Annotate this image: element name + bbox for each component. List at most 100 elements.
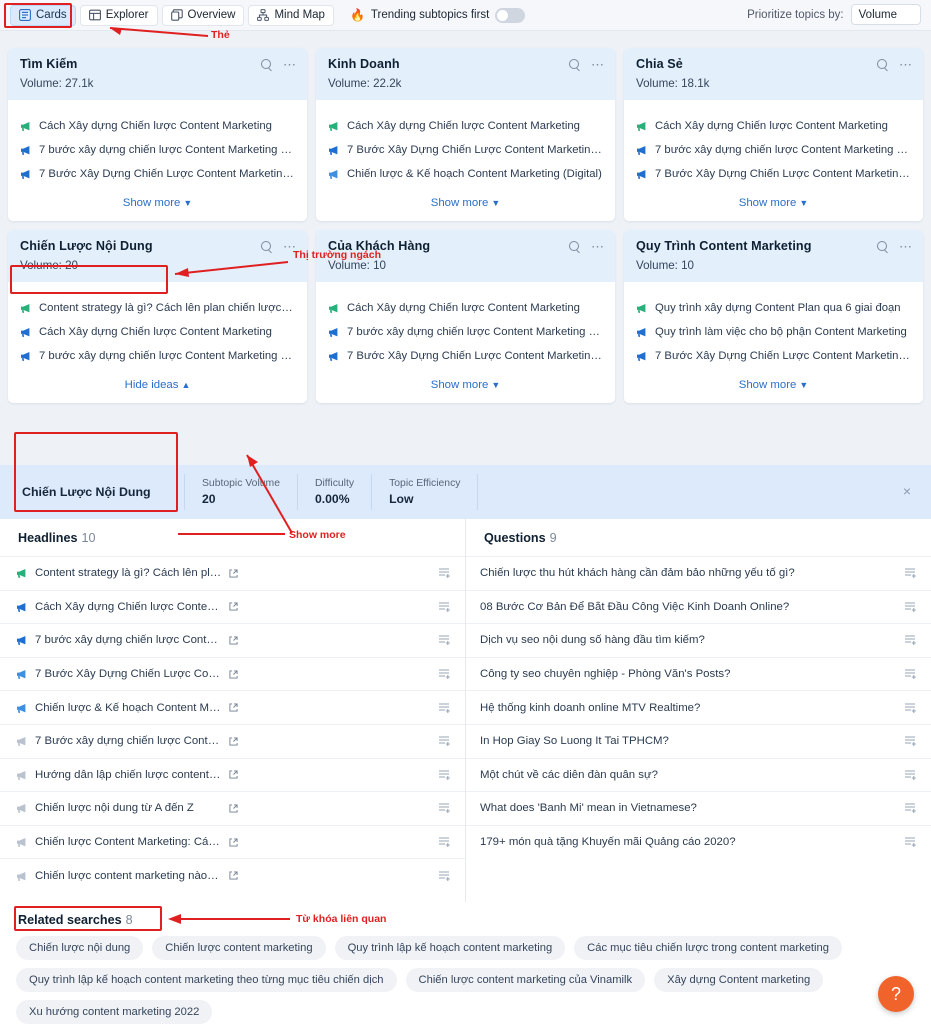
search-icon[interactable] bbox=[877, 59, 888, 70]
card-toggle-ideas-button[interactable]: Show more ▼ bbox=[624, 187, 923, 221]
external-link-icon[interactable] bbox=[228, 837, 238, 847]
add-to-list-icon[interactable] bbox=[904, 769, 917, 781]
add-to-list-icon[interactable] bbox=[904, 836, 917, 848]
card-idea-row[interactable]: 7 Bước Xây Dựng Chiến Lược Content Marke… bbox=[328, 144, 603, 157]
related-search-chip[interactable]: Chiến lược content marketing của Vinamil… bbox=[405, 968, 646, 992]
headline-row[interactable]: Cách Xây dựng Chiến lược Content Marketi… bbox=[0, 589, 465, 624]
tab-cards[interactable]: Cards bbox=[10, 4, 76, 26]
topic-card[interactable]: Chia Sẻ Volume: 18.1k ⋯ Cách Xây dựng Chiến… bbox=[624, 48, 923, 221]
headline-row[interactable]: Chiến lược content marketing nào phù hợp… bbox=[0, 858, 465, 892]
question-row[interactable]: 08 Bước Cơ Bản Để Bắt Đầu Công Việc Kinh… bbox=[466, 589, 931, 624]
add-to-list-icon[interactable] bbox=[904, 567, 917, 579]
question-row[interactable]: Dịch vụ seo nội dung số hàng đầu tìm kiế… bbox=[466, 623, 931, 657]
card-toggle-ideas-button[interactable]: Hide ideas ▲ bbox=[8, 369, 307, 403]
more-options-icon[interactable]: ⋯ bbox=[899, 58, 913, 71]
topic-card[interactable]: Của Khách Hàng Volume: 10 ⋯ Cách Xây dựng C… bbox=[316, 230, 615, 403]
topic-card[interactable]: Kinh Doanh Volume: 22.2k ⋯ Cách Xây dựng Ch… bbox=[316, 48, 615, 221]
related-search-chip[interactable]: Xây dựng Content marketing bbox=[654, 968, 824, 992]
headline-row[interactable]: 7 Bước xây dựng chiến lược Content Marke… bbox=[0, 723, 465, 758]
tab-overview[interactable]: Overview bbox=[161, 4, 245, 26]
add-to-list-icon[interactable] bbox=[438, 769, 451, 781]
add-to-list-icon[interactable] bbox=[438, 802, 451, 814]
card-idea-row[interactable]: Quy trình làm việc cho bộ phận Content M… bbox=[636, 326, 911, 339]
card-toggle-ideas-button[interactable]: Show more ▼ bbox=[316, 369, 615, 403]
headline-row[interactable]: Content strategy là gì? Cách lên plan ch… bbox=[0, 556, 465, 590]
help-button[interactable]: ? bbox=[878, 976, 914, 1012]
more-options-icon[interactable]: ⋯ bbox=[283, 58, 297, 71]
add-to-list-icon[interactable] bbox=[904, 634, 917, 646]
card-idea-row[interactable]: 7 Bước Xây Dựng Chiến Lược Content Marke… bbox=[20, 168, 295, 181]
topic-card[interactable]: Tìm Kiếm Volume: 27.1k ⋯ Cách Xây dựng Chiế… bbox=[8, 48, 307, 221]
headline-row[interactable]: Chiến lược & Kế hoạch Content Marketing … bbox=[0, 690, 465, 724]
add-to-list-icon[interactable] bbox=[438, 836, 451, 848]
add-to-list-icon[interactable] bbox=[438, 870, 451, 882]
external-link-icon[interactable] bbox=[228, 804, 238, 813]
add-to-list-icon[interactable] bbox=[904, 702, 917, 714]
trending-subtopics-toggle[interactable] bbox=[495, 7, 526, 23]
card-idea-row[interactable]: 7 bước xây dựng chiến lược Content Marke… bbox=[636, 144, 911, 157]
more-options-icon[interactable]: ⋯ bbox=[899, 240, 913, 253]
tab-mind-map[interactable]: Mind Map bbox=[248, 4, 334, 26]
add-to-list-icon[interactable] bbox=[438, 567, 451, 579]
add-to-list-icon[interactable] bbox=[904, 668, 917, 680]
add-to-list-icon[interactable] bbox=[438, 601, 451, 613]
more-options-icon[interactable]: ⋯ bbox=[591, 58, 605, 71]
related-search-chip[interactable]: Quy trình lập kế hoạch content marketing bbox=[334, 936, 566, 960]
prioritize-select[interactable]: Volume bbox=[850, 4, 921, 25]
card-idea-row[interactable]: 7 Bước Xây Dựng Chiến Lược Content Marke… bbox=[636, 168, 911, 181]
card-idea-row[interactable]: 7 Bước Xây Dựng Chiến Lược Content Marke… bbox=[636, 350, 911, 363]
more-options-icon[interactable]: ⋯ bbox=[591, 240, 605, 253]
headline-row[interactable]: Chiến lược nội dung từ A đến Z bbox=[0, 791, 465, 825]
related-search-chip[interactable]: Các mục tiêu chiến lược trong content ma… bbox=[574, 936, 842, 960]
trending-subtopics-control[interactable]: 🔥 Trending subtopics first bbox=[350, 7, 526, 23]
question-row[interactable]: Công ty seo chuyên nghiệp - Phòng Văn's … bbox=[466, 656, 931, 691]
external-link-icon[interactable] bbox=[228, 602, 238, 611]
card-idea-row[interactable]: 7 bước xây dựng chiến lược Content Marke… bbox=[20, 144, 295, 157]
add-to-list-icon[interactable] bbox=[438, 668, 451, 680]
card-idea-row[interactable]: Quy trình xây dựng Content Plan qua 6 gi… bbox=[636, 302, 911, 315]
question-row[interactable]: Chiến lược thu hút khách hàng cần đảm bả… bbox=[466, 556, 931, 590]
headline-row[interactable]: 7 Bước Xây Dựng Chiến Lược Content Marke… bbox=[0, 656, 465, 691]
search-icon[interactable] bbox=[261, 241, 272, 252]
related-search-chip[interactable]: Chiến lược nội dung bbox=[16, 936, 144, 960]
external-link-icon[interactable] bbox=[228, 636, 238, 645]
search-icon[interactable] bbox=[261, 59, 272, 70]
question-row[interactable]: Một chút về các diễn đàn quân sự? bbox=[466, 757, 931, 792]
add-to-list-icon[interactable] bbox=[904, 601, 917, 613]
question-row[interactable]: 179+ món quà tặng Khuyến mãi Quảng cáo 2… bbox=[466, 824, 931, 859]
search-icon[interactable] bbox=[877, 241, 888, 252]
topic-card[interactable]: Quy Trình Content Marketing Volume: 10 ⋯ Qu… bbox=[624, 230, 923, 403]
card-idea-row[interactable]: Cách Xây dựng Chiến lược Content Marketi… bbox=[328, 302, 603, 315]
card-idea-row[interactable]: Cách Xây dựng Chiến lược Content Marketi… bbox=[636, 120, 911, 133]
add-to-list-icon[interactable] bbox=[438, 634, 451, 646]
card-toggle-ideas-button[interactable]: Show more ▼ bbox=[316, 187, 615, 221]
headline-row[interactable]: Chiến lược Content Marketing: Cách xây d… bbox=[0, 824, 465, 859]
search-icon[interactable] bbox=[569, 241, 580, 252]
search-icon[interactable] bbox=[569, 59, 580, 70]
external-link-icon[interactable] bbox=[228, 770, 238, 779]
external-link-icon[interactable] bbox=[228, 737, 238, 746]
external-link-icon[interactable] bbox=[228, 569, 238, 578]
external-link-icon[interactable] bbox=[228, 670, 238, 679]
related-search-chip[interactable]: Xu hướng content marketing 2022 bbox=[16, 1000, 213, 1024]
related-search-chip[interactable]: Quy trình lập kế hoạch content marketing… bbox=[16, 968, 397, 992]
card-idea-row[interactable]: Content strategy là gì? Cách lên plan ch… bbox=[20, 302, 295, 315]
add-to-list-icon[interactable] bbox=[438, 702, 451, 714]
card-idea-row[interactable]: Cách Xây dựng Chiến lược Content Marketi… bbox=[20, 326, 295, 339]
related-search-chip[interactable]: Chiến lược content marketing bbox=[152, 936, 326, 960]
question-row[interactable]: In Hop Giay So Luong It Tai TPHCM? bbox=[466, 723, 931, 758]
card-idea-row[interactable]: Chiến lược & Kế hoạch Content Marketing … bbox=[328, 168, 603, 181]
topic-card[interactable]: Chiến Lược Nội Dung Volume: 20 ⋯ Content st… bbox=[8, 230, 307, 403]
headline-row[interactable]: Hướng dẫn lập chiến lược content marketi… bbox=[0, 757, 465, 792]
add-to-list-icon[interactable] bbox=[904, 735, 917, 747]
headline-row[interactable]: 7 bước xây dựng chiến lược Content Marke… bbox=[0, 623, 465, 657]
add-to-list-icon[interactable] bbox=[904, 802, 917, 814]
card-toggle-ideas-button[interactable]: Show more ▼ bbox=[624, 369, 923, 403]
card-idea-row[interactable]: 7 bước xây dựng chiến lược Content Marke… bbox=[20, 350, 295, 363]
card-idea-row[interactable]: Cách Xây dựng Chiến lược Content Marketi… bbox=[328, 120, 603, 133]
add-to-list-icon[interactable] bbox=[438, 735, 451, 747]
close-detail-button[interactable]: × bbox=[903, 483, 911, 499]
card-idea-row[interactable]: 7 bước xây dựng chiến lược Content Marke… bbox=[328, 326, 603, 339]
question-row[interactable]: Hệ thống kinh doanh online MTV Realtime? bbox=[466, 690, 931, 724]
more-options-icon[interactable]: ⋯ bbox=[283, 240, 297, 253]
